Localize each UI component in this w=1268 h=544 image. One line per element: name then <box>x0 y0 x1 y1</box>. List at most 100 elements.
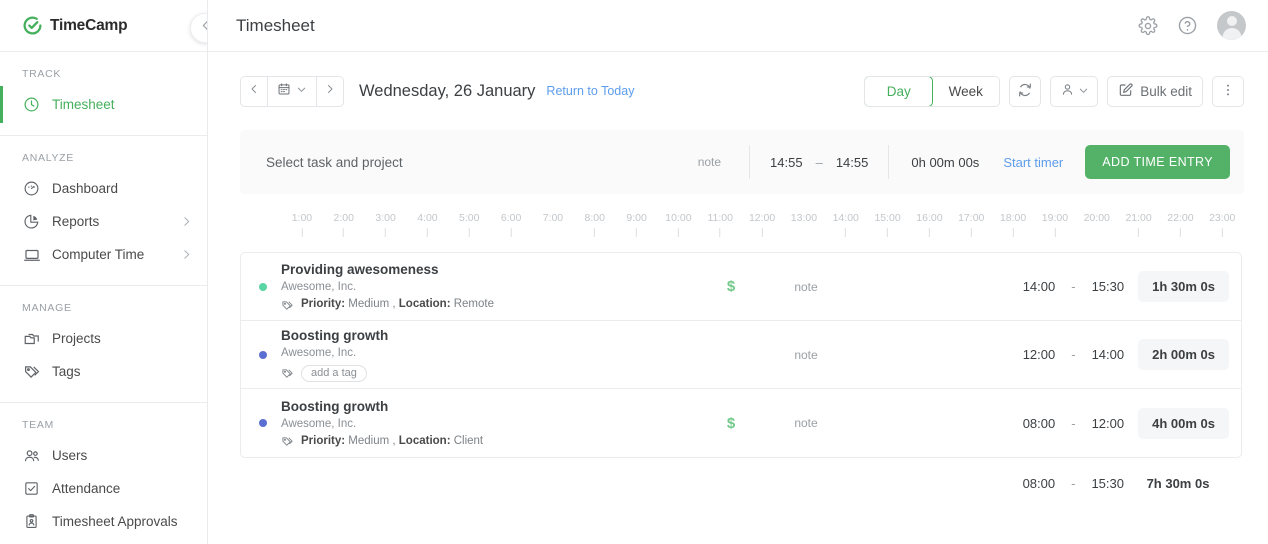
tag-icon <box>22 362 41 381</box>
entry-task-title[interactable]: Providing awesomeness <box>281 261 711 279</box>
add-tag-chip[interactable]: add a tag <box>301 364 367 382</box>
gear-icon[interactable] <box>1138 15 1158 36</box>
entry-duration-badge[interactable]: 4h 00m 0s <box>1138 407 1229 439</box>
sidebar-item-computer-time[interactable]: Computer Time <box>0 238 207 271</box>
ruler-tick-label: 13:00 <box>790 212 818 224</box>
sidebar-heading-analyze: ANALYZE <box>22 152 74 164</box>
ruler-tick: 18:00 <box>1000 212 1026 237</box>
brand-logo[interactable]: TimeCamp <box>0 0 207 52</box>
entry-tag-text[interactable]: Priority: Medium , Location: Remote <box>301 299 494 311</box>
ruler-tick-label: 20:00 <box>1083 212 1110 224</box>
entry-start-time[interactable]: 08:00 <box>1023 416 1056 431</box>
sidebar-item-label: Reports <box>52 214 100 229</box>
ruler-tick: 8:00 <box>585 212 605 237</box>
app-root: TimeCamp TRACK Timesheet ANALYZE Dashboa… <box>0 0 1268 544</box>
sidebar-section-track: TRACK Timesheet <box>0 52 207 123</box>
return-to-today-link[interactable]: Return to Today <box>546 84 634 98</box>
billable-dollar-icon[interactable]: $ <box>711 415 751 432</box>
ruler-tick-mark <box>385 228 387 237</box>
ruler-tick: 15:00 <box>874 212 901 237</box>
billable-dollar-icon[interactable]: $ <box>711 278 751 295</box>
sidebar-heading-track: TRACK <box>22 68 62 80</box>
task-project-selector[interactable]: Select task and project <box>266 155 403 170</box>
ruler-tick: 21:00 <box>1125 212 1152 237</box>
sidebar-section-team: TEAM Users Attendance Timesheet Approval… <box>0 402 207 538</box>
ruler-tick: 5:00 <box>459 212 479 237</box>
edit-square-icon <box>1118 82 1134 101</box>
sidebar-item-label: Projects <box>52 331 101 346</box>
timer-note-input[interactable]: note <box>698 155 749 169</box>
ruler-tick-label: 7:00 <box>542 212 564 224</box>
time-entry-row[interactable]: Providing awesomeness Awesome, Inc. Priori… <box>241 253 1241 321</box>
timer-time-range: 14:55 – 14:55 <box>749 145 890 179</box>
sidebar-item-attendance[interactable]: Attendance <box>0 472 207 505</box>
view-mode-week[interactable]: Week <box>932 76 1000 106</box>
entry-start-time[interactable]: 12:00 <box>1023 347 1056 362</box>
toolbar-actions: Day Week Bulk edit <box>864 75 1244 107</box>
start-timer-link[interactable]: Start timer <box>1003 155 1063 170</box>
pie-chart-icon <box>22 212 41 231</box>
bulk-edit-button[interactable]: Bulk edit <box>1107 75 1203 107</box>
timer-duration[interactable]: 0h 00m 00s <box>889 155 1003 170</box>
tag-icon <box>281 299 294 312</box>
sidebar-item-dashboard[interactable]: Dashboard <box>0 172 207 205</box>
header-actions <box>1138 11 1246 40</box>
entry-note-field[interactable]: note <box>751 280 861 294</box>
user-filter-button[interactable] <box>1050 75 1099 107</box>
ruler-tick: 10:00 <box>665 212 692 237</box>
ruler-tick: 17:00 <box>958 212 984 237</box>
view-mode-day[interactable]: Day <box>865 76 934 106</box>
more-options-button[interactable] <box>1212 75 1244 107</box>
refresh-button[interactable] <box>1009 75 1042 107</box>
previous-day-button[interactable] <box>240 75 267 107</box>
ruler-tick-label: 21:00 <box>1125 212 1152 224</box>
ruler-tick-label: 3:00 <box>375 212 396 224</box>
entry-client-name: Awesome, Inc. <box>281 281 357 294</box>
next-day-button[interactable] <box>317 75 344 107</box>
sidebar-item-tags[interactable]: Tags <box>0 355 207 388</box>
clipboard-person-icon <box>22 512 41 531</box>
entry-tags: Priority: Medium , Location: Client <box>281 435 711 448</box>
ruler-tick-label: 17:00 <box>958 212 985 224</box>
timer-end-time[interactable]: 14:55 <box>836 155 869 170</box>
entry-task-title[interactable]: Boosting growth <box>281 398 711 416</box>
add-time-entry-button[interactable]: ADD TIME ENTRY <box>1085 145 1230 179</box>
ruler-tick-mark <box>426 228 428 237</box>
entry-task-title[interactable]: Boosting growth <box>281 327 711 345</box>
timesheet-toolbar: Wednesday, 26 January Return to Today Da… <box>208 52 1268 130</box>
ruler-tick-mark <box>468 228 470 237</box>
timer-start-time[interactable]: 14:55 <box>770 155 803 170</box>
ruler-tick-mark <box>594 228 596 237</box>
checkbox-icon <box>22 479 41 498</box>
sidebar-item-timesheet-approvals[interactable]: Timesheet Approvals <box>0 505 207 538</box>
date-picker-button[interactable] <box>267 75 317 107</box>
sidebar-section-analyze: ANALYZE Dashboard Reports Computer Time <box>0 135 207 271</box>
time-entry-row[interactable]: Boosting growth Awesome, Inc. add a tag not… <box>241 321 1241 389</box>
entry-note-field[interactable]: note <box>751 416 861 430</box>
question-circle-icon[interactable] <box>1177 15 1198 36</box>
sidebar-item-reports[interactable]: Reports <box>0 205 207 238</box>
entry-start-time[interactable]: 14:00 <box>1023 279 1056 294</box>
chevron-left-icon <box>199 19 207 37</box>
entry-tag-text[interactable]: Priority: Medium , Location: Client <box>301 435 483 448</box>
entry-duration-badge[interactable]: 1h 30m 0s <box>1138 271 1229 302</box>
ruler-tick: 2:00 <box>334 212 354 237</box>
sidebar-item-users[interactable]: Users <box>0 439 207 472</box>
ruler-tick: 4:00 <box>417 212 438 237</box>
entry-end-time[interactable]: 12:00 <box>1092 416 1125 431</box>
entry-end-time[interactable]: 14:00 <box>1092 347 1125 362</box>
sidebar-item-projects[interactable]: Projects <box>0 322 207 355</box>
sidebar-item-label: Dashboard <box>52 181 119 196</box>
entry-end-time[interactable]: 15:30 <box>1092 279 1125 294</box>
entry-client-name: Awesome, Inc. <box>281 417 357 430</box>
entry-time-range: 12:00- 14:00 <box>1023 347 1124 362</box>
entry-duration-badge[interactable]: 2h 00m 0s <box>1138 339 1229 370</box>
chevron-down-icon <box>1078 84 1089 99</box>
entry-note-field[interactable]: note <box>751 348 861 362</box>
time-entry-row[interactable]: Boosting growth Awesome, Inc. Priority: Me… <box>241 389 1241 457</box>
project-color-dot <box>259 350 267 359</box>
ruler-tick: 11:00 <box>707 212 733 237</box>
avatar[interactable] <box>1217 11 1246 40</box>
ruler-tick-label: 14:00 <box>832 212 859 224</box>
sidebar-item-timesheet[interactable]: Timesheet <box>0 86 207 123</box>
